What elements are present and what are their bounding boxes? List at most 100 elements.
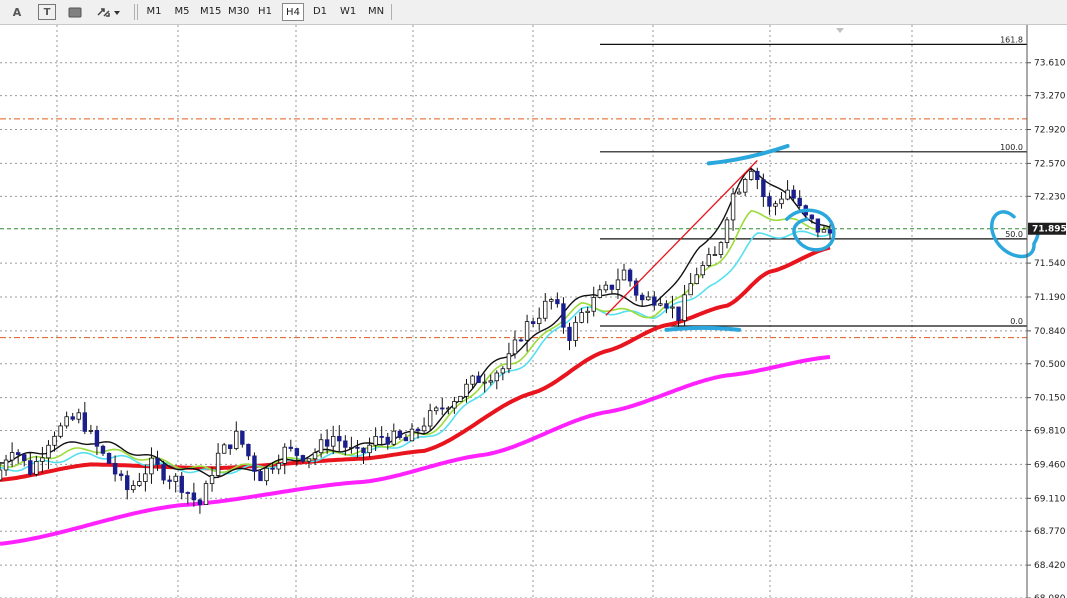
highlight-marker (664, 325, 742, 332)
price-tick-label: 72.570 (1034, 159, 1066, 169)
price-axis[interactable]: 73.610 73.270 72.920 72.570 72.230 71.540 71.1… (836, 25, 1067, 598)
candle-body (9, 452, 15, 461)
price-tick-label: 72.230 (1034, 192, 1066, 202)
candle-body (718, 242, 724, 255)
timeframe-d1-button[interactable]: D1 (310, 3, 330, 21)
candle-body (755, 170, 760, 181)
candle-body (34, 461, 39, 475)
text-tool-button[interactable]: A (8, 3, 26, 21)
price-tick-label: 73.270 (1034, 92, 1066, 102)
candle-body (815, 218, 821, 233)
arrows-tool-button[interactable] (94, 3, 122, 21)
timeframe-m1-button[interactable]: M1 (143, 3, 165, 21)
text-label-tool-button[interactable]: T (38, 4, 56, 20)
candle-body (773, 203, 778, 207)
candle-body (652, 296, 657, 306)
price-tick-label: 72.920 (1034, 126, 1066, 136)
candle-body (434, 407, 439, 412)
timeframe-h1-button[interactable]: H1 (255, 3, 275, 21)
candle-body (506, 353, 512, 370)
candle-body (579, 312, 584, 323)
chart-grid (0, 25, 1027, 598)
candle-body (452, 401, 457, 409)
candle-body (688, 283, 693, 296)
trend-line (605, 160, 758, 316)
price-tick-label: 69.810 (1034, 427, 1066, 437)
candle-body (94, 430, 100, 447)
moving-averages (0, 167, 831, 546)
price-chart[interactable]: 161.8 100.0 50.0 0.0 73.610 73.270 72.920 72.5… (0, 25, 1067, 598)
candle-body (512, 339, 518, 355)
timeframe-w1-button[interactable]: W1 (338, 3, 358, 21)
candle-body (318, 439, 324, 454)
candle-body (658, 303, 663, 306)
candle-body (70, 416, 75, 420)
rectangle-label-tool-button[interactable] (66, 3, 84, 21)
text-label-tool-label: T (43, 6, 51, 18)
candle-body (561, 303, 566, 328)
candle-body (440, 407, 445, 410)
price-tick-label: 71.540 (1034, 259, 1066, 269)
candle-body (252, 455, 257, 472)
candle-body (88, 430, 94, 432)
candle-body (112, 462, 118, 475)
timeframe-m5-button[interactable]: M5 (171, 3, 193, 21)
candle-body (312, 452, 318, 460)
candlesticks (0, 167, 833, 514)
candle-body (567, 326, 572, 341)
candle-body (355, 446, 360, 449)
timeframe-m30-button[interactable]: M30 (226, 3, 250, 21)
candle-body (573, 321, 578, 341)
candle-body (258, 470, 263, 482)
candle-body (670, 306, 675, 309)
candle-body (549, 299, 554, 302)
candle-body (446, 407, 451, 410)
fibonacci-retracement[interactable]: 161.8 100.0 50.0 0.0 (600, 35, 1027, 327)
candle-body (724, 219, 730, 243)
candle-body (246, 443, 251, 457)
candle-body (621, 269, 627, 281)
candle-body (179, 475, 184, 493)
candle-body (270, 467, 275, 470)
candle-body (379, 436, 384, 438)
candle-body (264, 467, 269, 482)
candle-body (331, 435, 336, 447)
highlight-marker (706, 143, 790, 166)
candle-body (821, 229, 827, 233)
moving-average-line (0, 230, 831, 475)
timeframe-mn-button[interactable]: MN (365, 3, 387, 21)
candle-body (585, 310, 590, 313)
candle-body (361, 447, 366, 454)
candle-body (155, 457, 160, 465)
candle-body (530, 321, 536, 325)
fib-level-label: 0.0 (1010, 317, 1023, 326)
candle-body (518, 339, 524, 342)
candle-body (615, 279, 621, 290)
candle-body (52, 435, 57, 446)
candle-body (100, 445, 106, 454)
price-tick-label: 71.190 (1034, 293, 1066, 303)
candle-body (767, 196, 772, 207)
candle-body (779, 198, 784, 205)
candle-body (609, 284, 615, 290)
candle-body (3, 459, 9, 471)
candle-body (797, 197, 802, 207)
candle-body (427, 410, 433, 427)
fib-level-label: 100.0 (1000, 143, 1023, 152)
current-price-label: 71.895 (1032, 225, 1067, 235)
candle-body (785, 189, 790, 200)
price-tick-label: 68.080 (1034, 594, 1066, 598)
arrows-dropdown-icon (97, 8, 120, 17)
candle-body (118, 473, 124, 477)
fib-level-label: 161.8 (1000, 35, 1023, 44)
text-tool-label: A (12, 5, 22, 19)
toolbar-separator (391, 4, 392, 20)
timeframe-h4-button[interactable]: H4 (282, 3, 304, 21)
candle-body (403, 437, 409, 442)
candle-body (324, 439, 330, 447)
candle-body (300, 455, 306, 462)
candle-body (464, 383, 469, 397)
candle-body (809, 214, 815, 220)
candle-body (167, 479, 172, 482)
timeframe-m15-button[interactable]: M15 (198, 3, 222, 21)
